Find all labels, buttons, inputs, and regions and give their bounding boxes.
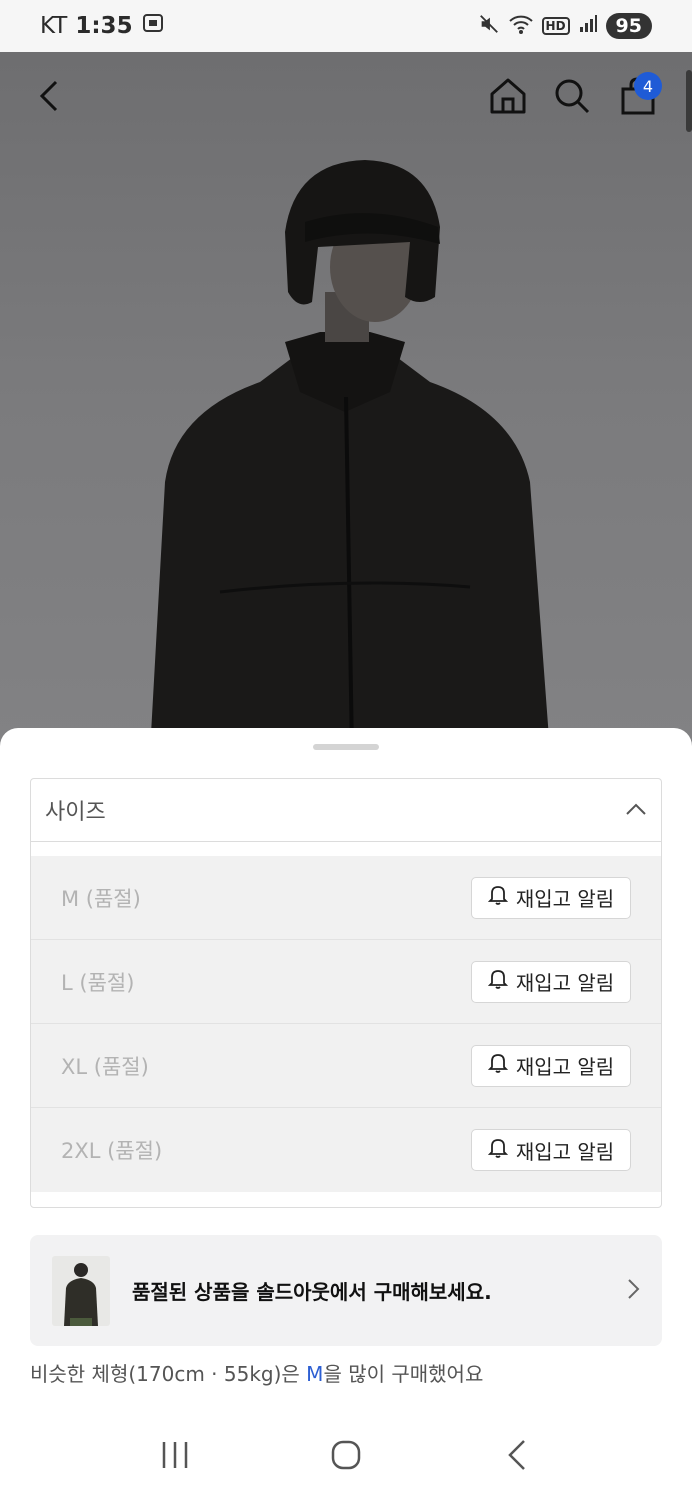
recents-button[interactable]	[145, 1427, 205, 1487]
product-image[interactable]	[0, 52, 692, 752]
back-button[interactable]	[26, 74, 74, 122]
system-navigation-bar	[0, 1414, 692, 1500]
sheet-handle[interactable]	[313, 744, 379, 750]
restock-alert-label: 재입고 알림	[515, 971, 615, 995]
wifi-icon	[508, 13, 534, 40]
size-dropdown: 사이즈 M (품절) 재입고 알림 L (품절) 재입고 알림 XL (품절) …	[30, 778, 662, 1208]
size-option-xl: XL (품절) 재입고 알림	[31, 1024, 661, 1108]
option-bottom-sheet: 사이즈 M (품절) 재입고 알림 L (품절) 재입고 알림 XL (품절) …	[0, 728, 692, 1414]
home-nav-button[interactable]	[316, 1427, 376, 1487]
top-navigation: 4	[0, 52, 692, 144]
back-nav-icon	[506, 1439, 528, 1475]
restock-alert-button[interactable]: 재입고 알림	[471, 960, 631, 1003]
back-icon	[36, 78, 64, 118]
search-icon	[553, 77, 591, 119]
bell-icon	[487, 884, 508, 911]
size-dropdown-header[interactable]: 사이즈	[31, 779, 661, 842]
recommended-size: M	[306, 1362, 324, 1386]
status-bar: KT 1:35 HD 95	[0, 0, 692, 52]
restock-alert-button[interactable]: 재입고 알림	[471, 876, 631, 919]
restock-alert-button[interactable]: 재입고 알림	[471, 1129, 631, 1171]
soldout-product-thumbnail	[52, 1255, 110, 1326]
chevron-up-icon	[625, 801, 647, 820]
home-icon	[489, 77, 527, 119]
size-option-2xl: 2XL (품절) 재입고 알림	[31, 1108, 661, 1192]
restock-alert-label: 재입고 알림	[515, 1139, 615, 1164]
similar-prefix: 비슷한 체형(170cm · 55kg)은	[30, 1362, 307, 1386]
soldout-promo-banner[interactable]: 품절된 상품을 솔드아웃에서 구매해보세요.	[30, 1235, 662, 1346]
search-button[interactable]	[548, 74, 596, 122]
soldout-banner-text: 품절된 상품을 솔드아웃에서 구매해보세요.	[132, 1280, 492, 1304]
size-option-m: M (품절) 재입고 알림	[31, 856, 661, 940]
recents-icon	[160, 1440, 190, 1474]
bell-icon	[487, 1137, 508, 1164]
size-option-label: 2XL (품절)	[61, 1139, 163, 1163]
cart-button[interactable]: 4	[614, 72, 662, 122]
back-nav-button[interactable]	[487, 1427, 547, 1487]
size-option-l: L (품절) 재입고 알림	[31, 940, 661, 1024]
size-option-list: M (품절) 재입고 알림 L (품절) 재입고 알림 XL (품절) 재입고 …	[31, 856, 661, 1192]
hd-badge: HD	[541, 17, 570, 35]
screenshot-icon	[141, 11, 165, 41]
similar-body-recommendation: 비슷한 체형(170cm · 55kg)은 M을 많이 구매했어요	[30, 1358, 483, 1387]
bell-icon	[487, 968, 508, 995]
mute-icon	[478, 13, 500, 40]
size-dropdown-title: 사이즈	[45, 800, 106, 825]
chevron-right-icon	[626, 1278, 640, 1304]
carrier-label: KT	[40, 13, 68, 39]
restock-alert-label: 재입고 알림	[515, 1055, 615, 1079]
restock-alert-button[interactable]: 재입고 알림	[471, 1044, 631, 1087]
battery-indicator: 95	[605, 13, 652, 39]
cart-count-badge: 4	[634, 72, 662, 100]
home-button[interactable]	[484, 74, 532, 122]
restock-alert-label: 재입고 알림	[515, 887, 615, 911]
size-option-label: M (품절)	[61, 886, 141, 911]
signal-icon	[578, 14, 598, 39]
clock: 1:35	[75, 13, 133, 39]
bell-icon	[487, 1052, 508, 1079]
size-option-label: XL (품절)	[61, 1054, 149, 1079]
size-option-label: L (품절)	[61, 970, 135, 995]
similar-suffix: 을 많이 구매했어요	[323, 1362, 484, 1386]
home-nav-icon	[330, 1439, 362, 1475]
